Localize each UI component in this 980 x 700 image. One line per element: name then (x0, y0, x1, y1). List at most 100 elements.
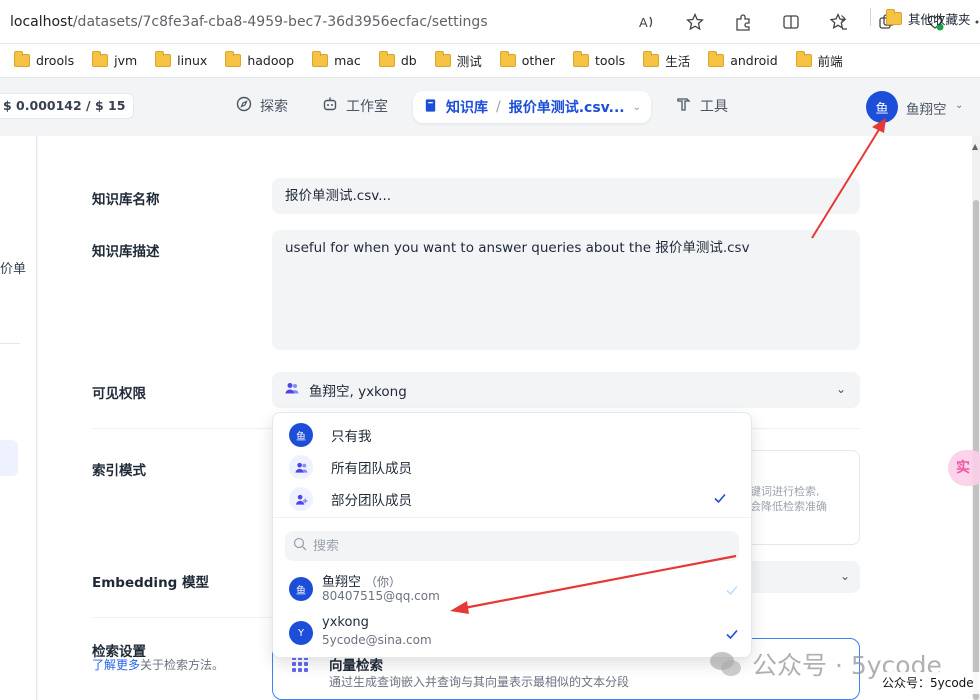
description-field[interactable]: useful for when you want to answer queri… (272, 230, 860, 350)
index-option-desc: 键词进行检索, 会降低检索准确 (750, 484, 856, 514)
url-field[interactable]: localhost/datasets/7c8fe3af-cba8-4959-be… (10, 14, 620, 30)
left-sidebar: 价单 (0, 136, 37, 700)
bookmark-item[interactable]: other (499, 51, 556, 68)
bookmark-item[interactable]: 前端 (795, 51, 843, 70)
member-name-line: yxkong (322, 615, 369, 630)
folder-icon (155, 51, 172, 67)
dataset-name-crumb[interactable]: 报价单测试.csv... (509, 97, 625, 117)
check-icon (725, 583, 739, 597)
nav-knowledge-label[interactable]: 知识库 (446, 97, 488, 117)
folder-icon (92, 51, 109, 67)
bookmark-label: drools (36, 53, 75, 68)
bookmark-item[interactable]: jvm (92, 51, 138, 68)
permission-select[interactable]: 鱼翔空, yxkong ⌄ (272, 372, 860, 408)
svg-text:A: A (639, 15, 648, 30)
sidebar-divider (0, 343, 20, 344)
option-label: 只有我 (331, 429, 372, 445)
vector-search-desc: 通过生成查询嵌入并查询与其向量表示最相似的文本分段 (329, 675, 630, 689)
chevron-down-icon[interactable]: ⌄ (836, 382, 846, 396)
usage-cost: $ 0.000142 / $ 15 (0, 93, 135, 119)
read-aloud-icon[interactable]: A (636, 11, 658, 33)
sidebar-dataset-name[interactable]: 价单 (0, 258, 26, 277)
wechat-icon (710, 652, 741, 676)
sidebar-item-settings[interactable] (0, 440, 18, 476)
option-all-members[interactable]: 所有团队成员 (289, 453, 739, 481)
permission-value: 鱼翔空, yxkong (309, 384, 407, 400)
bookmarks-overflow-icon[interactable]: › (840, 8, 846, 27)
name-field[interactable]: 报价单测试.csv... (272, 178, 860, 214)
bookmark-item[interactable]: tools (573, 51, 626, 68)
avatar: 鱼 (289, 577, 313, 601)
nav-tools-label: 工具 (700, 99, 728, 115)
robot-icon (322, 96, 338, 116)
avatar[interactable]: 鱼 (866, 91, 898, 123)
bookmark-label: jvm (114, 53, 138, 68)
other-favorites-label: 其他收藏夹 (908, 12, 971, 27)
member-email: 80407515@qq.com (322, 589, 440, 603)
bookmark-item[interactable]: android (708, 51, 778, 68)
folder-icon (886, 9, 902, 25)
bookmark-label: tools (595, 53, 626, 68)
users-icon (285, 381, 299, 399)
bookmark-item[interactable]: db (378, 51, 417, 68)
member-row[interactable]: 鱼 鱼翔空 （你） 80407515@qq.com (289, 571, 739, 609)
bookmark-item[interactable]: linux (155, 51, 207, 68)
bookmark-label: 生活 (665, 54, 691, 69)
floating-helper-button[interactable]: 实 (948, 450, 980, 486)
bookmark-item[interactable]: hadoop (225, 51, 294, 68)
watermark-caption: 公众号：5ycode (876, 672, 980, 694)
nav-knowledge-pill[interactable]: 知识库 / 报价单测试.csv... ⌄ (413, 91, 651, 123)
learn-more-link[interactable]: 了解更多 (92, 658, 140, 672)
retrieval-help-text: 关于检索方法。 (140, 658, 225, 672)
folder-icon (312, 51, 329, 67)
retrieval-help: 了解更多关于检索方法。 (92, 656, 224, 673)
you-tag: （你） (365, 575, 402, 589)
breadcrumb-separator: / (496, 99, 501, 115)
bookmark-item[interactable]: 测试 (434, 51, 482, 70)
option-partial-members[interactable]: 部分团队成员 (289, 485, 739, 513)
favorites-icon[interactable] (828, 11, 850, 33)
embedding-label: Embedding 模型 (92, 575, 210, 591)
folder-icon (573, 51, 590, 67)
bookmark-item[interactable]: drools (14, 51, 75, 68)
member-search[interactable] (285, 531, 739, 561)
permission-dropdown: 鱼 只有我 所有团队成员 部分团队成员 鱼 鱼翔空（你） 80407515@qq… (272, 412, 752, 658)
option-label: 所有团队成员 (331, 461, 412, 477)
nav-explore[interactable]: 探索 (236, 96, 288, 116)
index-desc-line-2: 会降低检索准确 (750, 500, 827, 513)
username[interactable]: 鱼翔空 (906, 98, 947, 118)
member-name-line: 鱼翔空 （你） (322, 571, 401, 590)
chevron-down-icon[interactable]: ⌄ (633, 102, 641, 113)
chevron-down-icon[interactable]: ⌄ (955, 100, 963, 111)
extensions-icon[interactable] (732, 11, 754, 33)
more-icon[interactable]: 1 (972, 11, 980, 33)
chevron-down-icon[interactable]: ⌄ (840, 569, 850, 583)
nav-studio[interactable]: 工作室 (322, 96, 388, 116)
scroll-up-icon[interactable]: ▲ (972, 142, 978, 151)
member-email: 5ycode@sina.com (322, 633, 432, 647)
other-favorites[interactable]: 其他收藏夹 (886, 9, 971, 28)
folder-icon (499, 51, 516, 67)
member-row[interactable]: Y yxkong 5ycode@sina.com (289, 615, 739, 653)
bookmark-item[interactable]: mac (312, 51, 361, 68)
avatar: 鱼 (289, 423, 313, 447)
option-only-me[interactable]: 鱼 只有我 (289, 421, 739, 449)
folder-icon (378, 51, 395, 67)
bookmark-label: 测试 (456, 54, 482, 69)
bookmark-label: db (400, 53, 417, 68)
avatar: Y (289, 621, 313, 645)
folder-icon (14, 51, 30, 67)
grid-icon (292, 656, 308, 672)
split-screen-icon[interactable] (780, 11, 802, 33)
member-name: yxkong (322, 615, 369, 630)
bookmark-item[interactable]: 生活 (643, 51, 690, 70)
users-icon (289, 455, 313, 479)
nav-tools[interactable]: 工具 (676, 96, 728, 116)
bookmark-label: 前端 (817, 54, 843, 69)
search-input[interactable] (313, 538, 713, 554)
permission-label: 可见权限 (92, 386, 146, 402)
favorite-star-icon[interactable] (684, 11, 706, 33)
app-top-nav: $ 0.000142 / $ 15 探索 工作室 知识库 / 报价单测试.csv… (0, 78, 980, 136)
bookmark-label: other (521, 53, 556, 68)
index-mode-label: 索引模式 (92, 463, 146, 479)
